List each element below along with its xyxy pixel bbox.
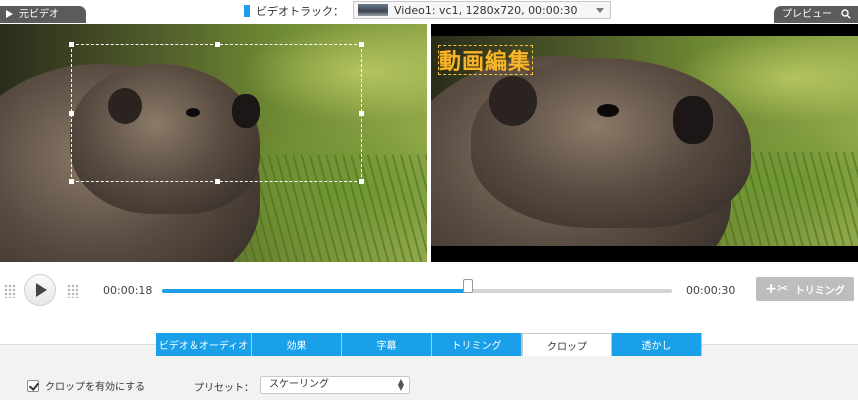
tab-label: 効果 bbox=[286, 341, 307, 352]
tab-label: 字幕 bbox=[376, 341, 397, 352]
tab-crop[interactable]: クロップ bbox=[522, 333, 612, 356]
crop-handle-r[interactable] bbox=[359, 111, 364, 116]
grip-icon bbox=[4, 284, 16, 298]
crop-handle-tr[interactable] bbox=[359, 42, 364, 47]
track-thumbnail bbox=[358, 4, 388, 16]
enable-crop-row: クロップを有効にする bbox=[27, 378, 145, 393]
play-icon bbox=[36, 283, 47, 297]
crop-handle-br[interactable] bbox=[359, 179, 364, 184]
crop-region[interactable] bbox=[69, 42, 364, 184]
marmot-nose bbox=[673, 96, 713, 144]
marmot-eye bbox=[597, 104, 619, 117]
enable-crop-checkbox[interactable] bbox=[27, 379, 39, 392]
crop-handle-b[interactable] bbox=[215, 179, 220, 184]
watermark-text: 動画編集 bbox=[439, 50, 532, 75]
tab-label: トリミング bbox=[451, 341, 502, 352]
search-icon bbox=[841, 9, 851, 19]
tab-video-audio[interactable]: ビデオ＆オーディオ bbox=[156, 333, 252, 356]
play-button[interactable] bbox=[24, 274, 56, 306]
letterbox-bottom bbox=[431, 246, 858, 262]
source-video-tab[interactable]: 元ビデオ bbox=[0, 6, 86, 23]
tab-watermark[interactable]: 透かし bbox=[612, 333, 702, 356]
video-track-group: ビデオトラック： bbox=[244, 1, 344, 21]
preset-value: スケーリング bbox=[269, 379, 329, 390]
tab-label: ビデオ＆オーディオ bbox=[158, 341, 249, 352]
scissors-icon: +✂ bbox=[765, 281, 789, 297]
tab-label: クロップ bbox=[547, 341, 587, 353]
video-track-label: ビデオトラック： bbox=[256, 5, 344, 18]
top-bar: 元ビデオ ビデオトラック： Video1: vc1, 1280x720, 00:… bbox=[0, 0, 858, 24]
preview-tab[interactable]: プレビュー bbox=[774, 6, 858, 23]
preview-label: プレビュー bbox=[782, 9, 832, 20]
video-track-value: Video1: vc1, 1280x720, 00:00:30 bbox=[394, 3, 578, 17]
timeline-handle[interactable] bbox=[463, 279, 473, 293]
crop-handle-t[interactable] bbox=[215, 42, 220, 47]
preview-pane: 動画編集 bbox=[431, 24, 858, 262]
dropdown-arrow-icon: ▲ ▼ bbox=[397, 377, 404, 392]
tab-label: 透かし bbox=[641, 341, 672, 352]
tab-trimming[interactable]: トリミング bbox=[432, 333, 522, 356]
crop-handle-tl[interactable] bbox=[69, 42, 74, 47]
tab-subtitles[interactable]: 字幕 bbox=[342, 333, 432, 356]
trim-button-label: トリミング bbox=[794, 285, 845, 297]
preset-select[interactable]: スケーリング ▲ ▼ bbox=[260, 376, 410, 394]
play-icon bbox=[6, 10, 13, 18]
enable-crop-label: クロップを有効にする bbox=[45, 382, 146, 393]
playback-controls: 00:00:18 00:00:30 +✂ トリミング bbox=[0, 262, 858, 320]
crop-handle-bl[interactable] bbox=[69, 179, 74, 184]
video-track-select[interactable]: Video1: vc1, 1280x720, 00:00:30 bbox=[353, 1, 611, 19]
marmot-ear bbox=[489, 76, 537, 126]
timeline-progress bbox=[162, 289, 468, 293]
crop-handle-l[interactable] bbox=[69, 111, 74, 116]
edit-tabs: ビデオ＆オーディオ 効果 字幕 トリミング クロップ 透かし bbox=[156, 333, 702, 356]
current-time: 00:00:18 bbox=[103, 284, 153, 297]
trim-button[interactable]: +✂ トリミング bbox=[756, 277, 854, 301]
edit-panel: ビデオ＆オーディオ 効果 字幕 トリミング クロップ 透かし クロップを有効にす… bbox=[0, 320, 858, 400]
preset-label: プリセット： bbox=[194, 383, 254, 394]
source-video-pane[interactable] bbox=[0, 24, 427, 262]
dropdown-arrow-icon bbox=[596, 8, 604, 13]
source-video-label: 元ビデオ bbox=[19, 9, 59, 20]
tab-effects[interactable]: 効果 bbox=[252, 333, 342, 356]
letterbox-top bbox=[431, 24, 858, 36]
grip-icon bbox=[67, 284, 79, 298]
end-time: 00:00:30 bbox=[686, 284, 736, 297]
timeline-slider[interactable] bbox=[162, 279, 672, 293]
track-marker-icon bbox=[244, 5, 250, 17]
